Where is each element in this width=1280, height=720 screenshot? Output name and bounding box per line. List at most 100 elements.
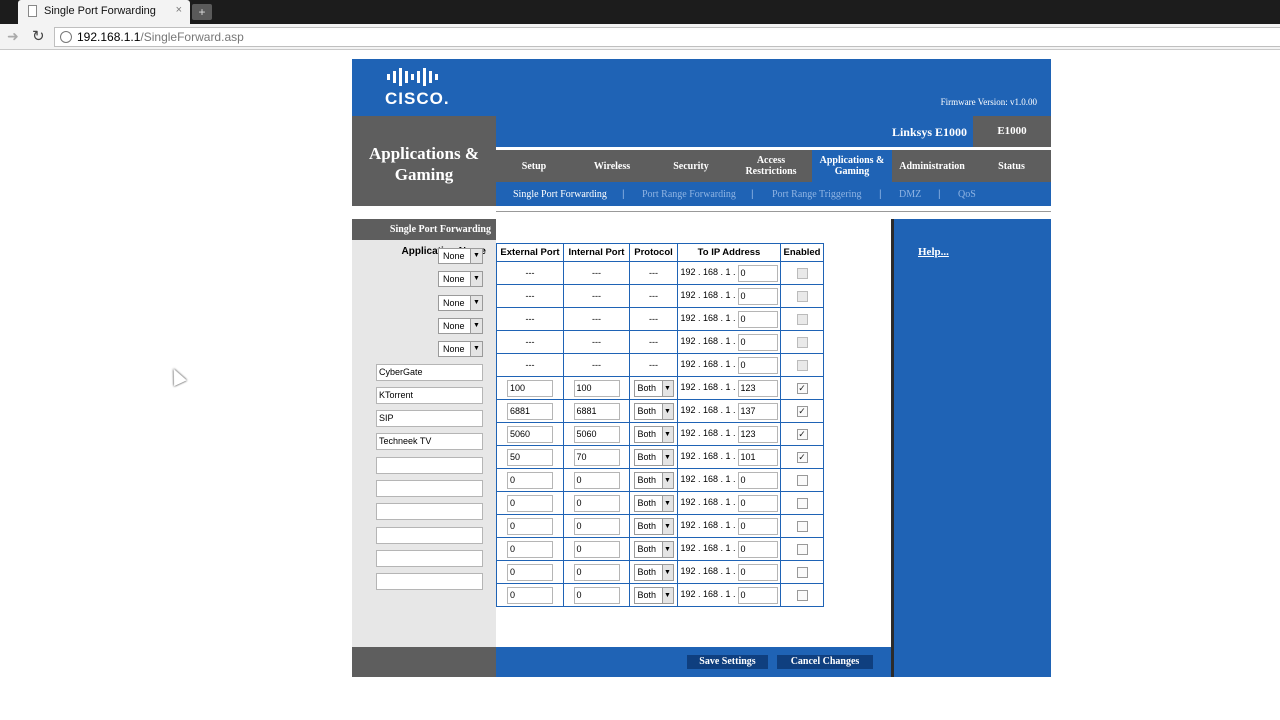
internal-port-input[interactable]: 0	[573, 586, 620, 604]
close-tab-icon[interactable]: ×	[176, 4, 182, 16]
application-name-field[interactable]	[376, 549, 483, 567]
enabled-checkbox[interactable]	[796, 566, 808, 578]
tab-administration[interactable]: Administration	[892, 150, 972, 182]
forward-icon[interactable]: ➜	[7, 28, 19, 45]
internal-port-input[interactable]: 6881	[573, 402, 620, 420]
subtab-qos[interactable]: QoS	[958, 189, 976, 200]
protocol-select[interactable]: Both ▼	[633, 563, 674, 581]
application-select[interactable]: None ▼	[438, 248, 483, 264]
enabled-checkbox[interactable]	[796, 359, 808, 371]
application-name-field[interactable]	[376, 526, 483, 544]
reload-icon[interactable]: ↻	[32, 27, 45, 45]
protocol-select[interactable]: Both ▼	[633, 471, 674, 489]
application-select[interactable]: None ▼	[438, 294, 483, 311]
application-name-field[interactable]: SIP	[376, 410, 483, 428]
enabled-checkbox[interactable]	[796, 267, 808, 279]
enabled-checkbox[interactable]	[796, 543, 808, 555]
tab-applications-gaming[interactable]: Applications & Gaming	[812, 150, 892, 182]
internal-port-input[interactable]: 5060	[573, 425, 620, 443]
ip-last-octet-input[interactable]: 137	[737, 402, 778, 420]
firmware-version: Firmware Version: v1.0.00	[940, 97, 1037, 107]
ip-last-octet-input[interactable]: 0	[737, 356, 778, 374]
enabled-checkbox[interactable]: ✓	[796, 405, 808, 417]
ip-last-octet-input[interactable]: 0	[737, 517, 778, 535]
new-tab-button[interactable]: +	[192, 4, 212, 20]
ip-last-octet-input[interactable]: 0	[737, 264, 778, 282]
protocol-select[interactable]: Both ▼	[633, 379, 674, 397]
application-name-field[interactable]	[376, 503, 483, 521]
external-port-input[interactable]: 6881	[507, 402, 553, 420]
external-port-input[interactable]: 0	[507, 494, 553, 512]
application-select[interactable]: None ▼	[438, 317, 483, 334]
ip-last-octet-input[interactable]: 0	[737, 310, 778, 328]
application-select[interactable]: None ▼	[438, 271, 483, 288]
ip-last-octet-input[interactable]: 0	[737, 540, 778, 558]
external-port-input[interactable]: 100	[507, 379, 553, 397]
ip-last-octet-input[interactable]: 0	[737, 287, 778, 305]
internal-port-input[interactable]: 100	[573, 379, 620, 397]
external-port-input[interactable]: 0	[507, 540, 553, 558]
internal-port-input[interactable]: 70	[573, 448, 620, 466]
ip-last-octet-input[interactable]: 123	[737, 425, 778, 443]
internal-port-input[interactable]: 0	[573, 471, 620, 489]
internal-port-input[interactable]: 0	[573, 517, 620, 535]
protocol-select[interactable]: Both ▼	[633, 425, 674, 443]
protocol-select[interactable]: Both ▼	[633, 540, 674, 558]
enabled-checkbox[interactable]	[796, 313, 808, 325]
tab-setup[interactable]: Setup	[496, 150, 572, 182]
ip-last-octet-input[interactable]: 0	[737, 333, 778, 351]
subtab-single-port-forwarding[interactable]: Single Port Forwarding	[513, 189, 607, 200]
ip-last-octet-input[interactable]: 101	[737, 448, 778, 466]
tab-wireless[interactable]: Wireless	[572, 150, 652, 182]
internal-port-input[interactable]: 0	[573, 494, 620, 512]
enabled-checkbox[interactable]: ✓	[796, 428, 808, 440]
save-settings-button[interactable]: Save Settings	[687, 655, 768, 669]
internal-port-input[interactable]: 0	[573, 563, 620, 581]
enabled-checkbox[interactable]	[796, 290, 808, 302]
external-port-input[interactable]: 5060	[507, 425, 553, 443]
application-select[interactable]: None ▼	[438, 341, 483, 358]
external-port-input[interactable]: 0	[507, 471, 553, 489]
subtab-dmz[interactable]: DMZ	[899, 189, 921, 200]
tab-security[interactable]: Security	[652, 150, 730, 182]
application-name-field[interactable]: KTorrent	[376, 386, 483, 404]
application-name-field[interactable]: Techneek TV	[376, 433, 483, 451]
application-name-field[interactable]	[376, 456, 483, 474]
ip-last-octet-input[interactable]: 123	[737, 379, 778, 397]
ip-last-octet-input[interactable]: 0	[737, 494, 778, 512]
enabled-checkbox[interactable]	[796, 520, 808, 532]
protocol-select[interactable]: Both ▼	[633, 586, 674, 604]
ip-last-octet-input[interactable]: 0	[737, 563, 778, 581]
protocol-select[interactable]: Both ▼	[633, 448, 674, 466]
internal-port-input[interactable]: 0	[573, 540, 620, 558]
subtab-port-range-triggering[interactable]: Port Range Triggering	[772, 189, 861, 200]
external-port-input[interactable]: 0	[507, 517, 553, 535]
enabled-checkbox[interactable]	[796, 336, 808, 348]
tab-access-restrictions[interactable]: Access Restrictions	[730, 150, 812, 182]
enabled-checkbox[interactable]: ✓	[796, 451, 808, 463]
application-name-field[interactable]: CyberGate	[376, 363, 483, 381]
enabled-checkbox[interactable]	[796, 497, 808, 509]
browser-tab[interactable]: Single Port Forwarding ×	[18, 0, 190, 24]
enabled-checkbox[interactable]	[796, 474, 808, 486]
cancel-changes-button[interactable]: Cancel Changes	[777, 655, 873, 669]
enabled-checkbox[interactable]	[796, 589, 808, 601]
sub-separator: |	[751, 189, 754, 200]
help-link[interactable]: Help...	[918, 246, 949, 258]
address-bar[interactable]: 192.168.1.1/SingleForward.asp	[54, 27, 1280, 47]
external-port-input[interactable]: 0	[507, 586, 553, 604]
tab-status[interactable]: Status	[972, 150, 1051, 182]
external-port-input[interactable]: 0	[507, 563, 553, 581]
external-port-input[interactable]: 50	[507, 448, 553, 466]
protocol-select[interactable]: Both ▼	[633, 494, 674, 512]
protocol-select[interactable]: Both ▼	[633, 402, 674, 420]
enabled-checkbox[interactable]: ✓	[796, 382, 808, 394]
ip-last-octet-input[interactable]: 0	[737, 471, 778, 489]
protocol-select[interactable]: Both ▼	[633, 517, 674, 535]
external-port-cell: 50	[496, 445, 564, 469]
subtab-port-range-forwarding[interactable]: Port Range Forwarding	[642, 189, 736, 200]
application-name-field[interactable]	[376, 480, 483, 497]
application-name-field[interactable]	[376, 573, 483, 591]
ip-last-octet-input[interactable]: 0	[737, 586, 778, 604]
model-name: E1000	[973, 116, 1051, 147]
